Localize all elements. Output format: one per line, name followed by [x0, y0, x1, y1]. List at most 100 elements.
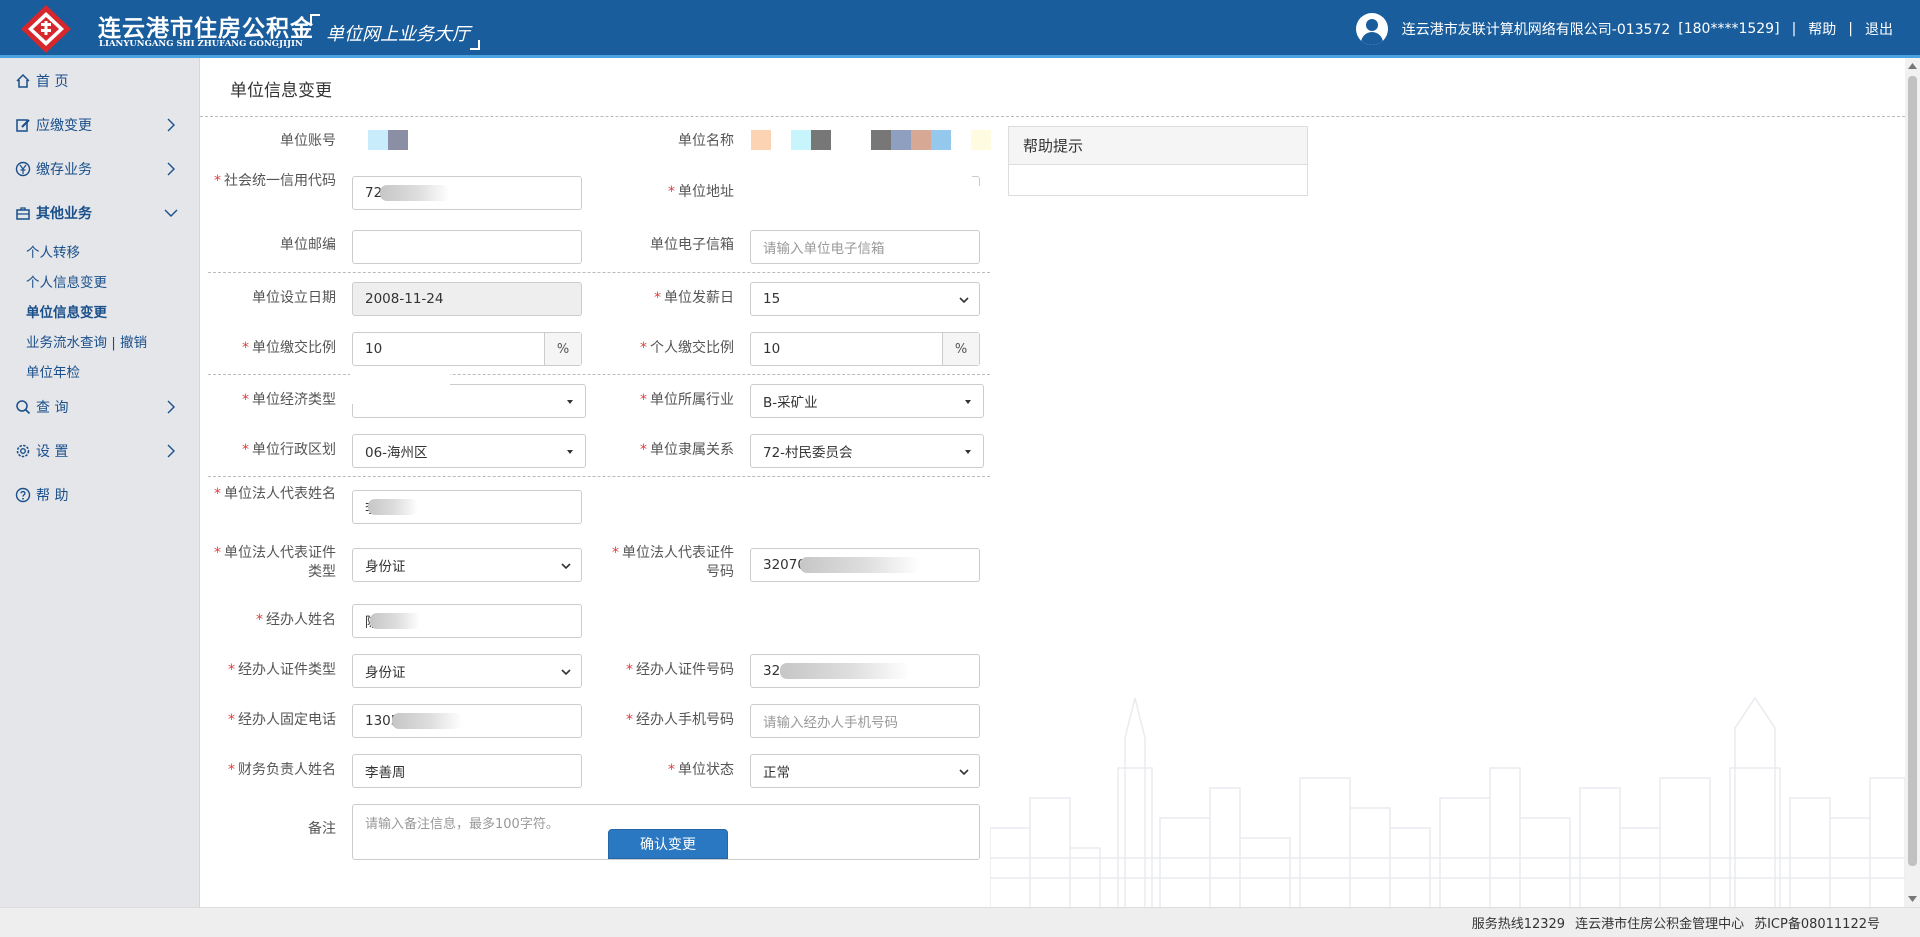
edit-icon: [14, 116, 32, 134]
status-label: * 单位状态: [668, 762, 734, 778]
caret-down-icon: [567, 450, 573, 454]
finance-name-input[interactable]: 李善周: [352, 754, 582, 788]
account-label: 单位账号: [280, 133, 336, 149]
agent-id-type-select[interactable]: 身份证: [352, 654, 582, 688]
nav-home[interactable]: 首 页: [0, 66, 200, 96]
unit-ratio-input[interactable]: 10 %: [352, 332, 582, 366]
user-phone: [180****1529]: [1678, 21, 1780, 37]
redacted-mask: [392, 713, 462, 729]
percent-addon: %: [544, 333, 581, 365]
redacted-mask: [780, 663, 910, 679]
agent-phone-label: * 经办人固定电话: [228, 712, 336, 728]
sidebar-item-person-info-change[interactable]: 个人信息变更: [26, 271, 107, 291]
person-ratio-input[interactable]: 10 %: [750, 332, 980, 366]
scroll-down-icon[interactable]: [1908, 895, 1917, 903]
agent-id-type-label: * 经办人证件类型: [228, 662, 336, 678]
unit-ratio-label: * 单位缴交比例: [242, 340, 336, 356]
search-icon: [14, 398, 32, 416]
remark-label: 备注: [308, 821, 336, 837]
scroll-up-icon[interactable]: [1908, 62, 1917, 70]
divider: [208, 374, 990, 375]
legal-id-type-label: * 单位法人代表证件类型: [214, 545, 336, 580]
hall-title-box: 单位网上业务大厅: [310, 14, 480, 50]
email-input[interactable]: 请输入单位电子信箱: [750, 230, 980, 264]
help-panel: 帮助提示: [1008, 126, 1308, 196]
caret-down-icon: [567, 400, 573, 404]
redacted-mask: [364, 238, 424, 254]
footer-center: 连云港市住房公积金管理中心: [1575, 917, 1745, 932]
nav-deposit[interactable]: 缴存业务: [0, 154, 200, 184]
main-content: 单位信息变更 单位账号 单位名称 * 社会统一信用代码 72 * 单位地址 单位邮编: [200, 58, 1905, 907]
econ-type-label: * 单位经济类型: [242, 392, 336, 408]
divider: [208, 476, 990, 477]
gear-icon: [14, 442, 32, 460]
sidebar: 首 页 应缴变更 缴存业务 其他业务 个人转移 个人信息变更 单位信息变更 业务…: [0, 58, 200, 907]
industry-select[interactable]: B-采矿业: [750, 384, 984, 418]
email-label: 单位电子信箱: [650, 237, 734, 253]
user-avatar-icon: [1355, 13, 1388, 45]
help-panel-title: 帮助提示: [1009, 127, 1307, 165]
address-input-edge[interactable]: [972, 176, 980, 186]
sidebar-item-unit-info-change[interactable]: 单位信息变更: [26, 301, 107, 321]
legal-id-no-label: * 单位法人代表证件号码: [612, 545, 734, 580]
affiliation-select[interactable]: 72-村民委员会: [750, 434, 984, 468]
redacted-mask: [370, 613, 420, 629]
home-icon: [14, 72, 32, 90]
payday-select[interactable]: 15: [750, 282, 980, 316]
redacted-mask: [350, 370, 450, 404]
question-icon: [14, 486, 32, 504]
confirm-change-button[interactable]: 确认变更: [608, 829, 728, 859]
yen-icon: [14, 160, 32, 178]
credit-code-label: * 社会统一信用代码: [214, 173, 336, 189]
caret-down-icon: [965, 400, 971, 404]
person-ratio-label: * 个人缴交比例: [640, 340, 734, 356]
caret-down-icon: [965, 450, 971, 454]
chevron-down-icon: [959, 297, 969, 304]
legal-name-label: * 单位法人代表姓名: [214, 486, 336, 502]
sidebar-item-annual-check[interactable]: 单位年检: [26, 361, 80, 381]
redacted-name: [751, 130, 991, 150]
status-select[interactable]: 正常: [750, 754, 980, 788]
scrollbar-thumb[interactable]: [1908, 76, 1917, 866]
footer: 服务热线12329 连云港市住房公积金管理中心 苏ICP备08011122号: [0, 907, 1920, 937]
affiliation-label: * 单位隶属关系: [640, 442, 734, 458]
nav-payment-change[interactable]: 应缴变更: [0, 110, 200, 140]
redacted-account: [368, 130, 408, 150]
top-header: 连云港市住房公积金 LIANYUNGANG SHI ZHUFANG GONGJI…: [0, 0, 1920, 58]
district-label: * 单位行政区划: [242, 442, 336, 458]
city-skyline-image: [990, 696, 1905, 907]
legal-id-type-select[interactable]: 身份证: [352, 548, 582, 582]
chevron-down-icon: [561, 563, 571, 570]
page-title: 单位信息变更: [230, 81, 332, 101]
district-select[interactable]: 06-海州区: [352, 434, 586, 468]
name-label: 单位名称: [678, 133, 734, 149]
chevron-down-icon: [164, 209, 178, 217]
agent-mobile-input[interactable]: 请输入经办人手机号码: [750, 704, 980, 738]
chevron-right-icon: [167, 400, 175, 414]
percent-addon: %: [942, 333, 979, 365]
nav-other-business[interactable]: 其他业务: [0, 198, 200, 228]
sidebar-item-flow-query[interactable]: 业务流水查询 | 撤销: [26, 331, 147, 351]
agent-name-label: * 经办人姓名: [256, 612, 336, 628]
chevron-right-icon: [167, 162, 175, 176]
sidebar-item-person-transfer[interactable]: 个人转移: [26, 241, 80, 261]
chevron-down-icon: [959, 769, 969, 776]
page-scrollbar[interactable]: [1905, 58, 1920, 907]
briefcase-icon: [14, 204, 32, 222]
logo-subtitle: LIANYUNGANG SHI ZHUFANG GONGJIJIN: [99, 39, 303, 49]
chevron-right-icon: [167, 444, 175, 458]
nav-query[interactable]: 查 询: [0, 392, 200, 422]
logo-icon: [21, 5, 71, 53]
agent-id-no-label: * 经办人证件号码: [626, 662, 734, 678]
nav-help[interactable]: 帮 助: [0, 480, 200, 510]
setup-date-label: 单位设立日期: [252, 290, 336, 306]
divider: [208, 272, 990, 273]
help-link[interactable]: 帮助: [1808, 19, 1836, 39]
logout-link[interactable]: 退出: [1865, 19, 1893, 39]
industry-label: * 单位所属行业: [640, 392, 734, 408]
agent-phone-input[interactable]: 1305: [352, 704, 582, 738]
chevron-right-icon: [167, 118, 175, 132]
nav-settings[interactable]: 设 置: [0, 436, 200, 466]
zip-label: 单位邮编: [280, 237, 336, 253]
divider: [200, 116, 1905, 117]
